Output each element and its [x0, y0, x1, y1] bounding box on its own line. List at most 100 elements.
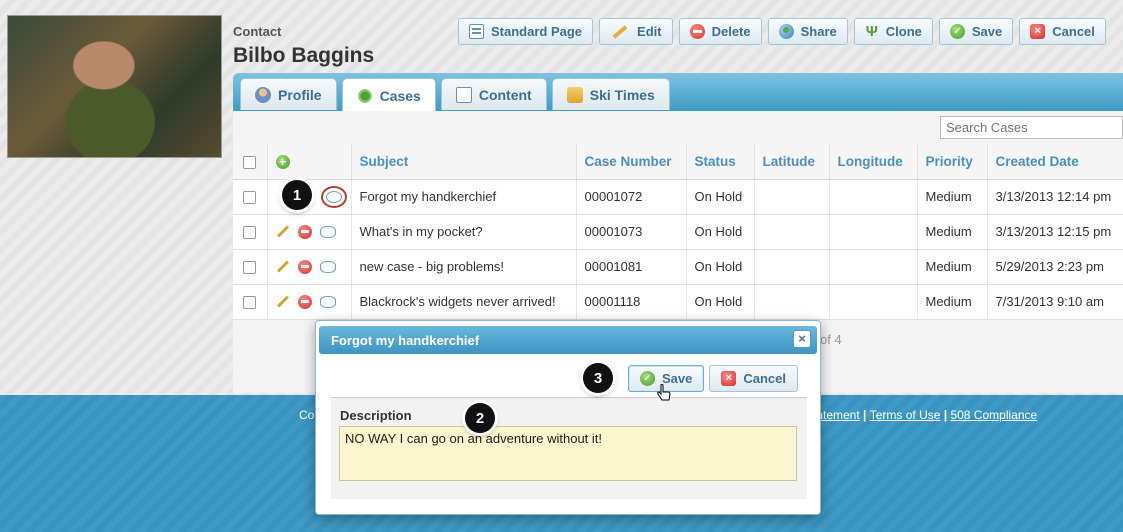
comment-icon[interactable] [319, 260, 336, 273]
edit-pencil-icon[interactable] [276, 225, 289, 238]
add-case-icon[interactable]: + [275, 154, 290, 169]
tabs: Profile Cases Content Ski Times [240, 78, 670, 112]
cell-subject[interactable]: Blackrock's widgets never arrived! [350, 284, 576, 320]
dialog-close-button[interactable]: × [793, 330, 811, 348]
dialog-title: Forgot my handkerchief [331, 333, 480, 348]
description-field[interactable]: NO WAY I can go on an adventure without … [339, 426, 797, 481]
description-label: Description [340, 408, 412, 423]
clone-button[interactable]: Ψ Clone [853, 18, 933, 45]
cell-case-number: 00001073 [575, 214, 686, 250]
cell-priority: Medium [916, 284, 987, 320]
cases-icon [356, 87, 373, 104]
footer-link-508[interactable]: 508 Compliance [950, 408, 1037, 422]
delete-icon[interactable] [297, 224, 312, 239]
comment-icon[interactable] [319, 225, 336, 238]
cell-longitude [828, 179, 917, 215]
edit-pencil-icon[interactable] [276, 260, 289, 273]
row-checkbox[interactable] [243, 296, 257, 310]
cell-created-date: 7/31/2013 9:10 am [986, 284, 1123, 320]
record-type-label: Contact [233, 24, 282, 39]
tab-cases[interactable]: Cases [341, 78, 436, 112]
record-toolbar: Standard Page Edit Delete Share Ψ Clone … [458, 18, 1106, 45]
tab-content[interactable]: Content [440, 78, 547, 110]
edit-pencil-icon[interactable] [276, 295, 289, 308]
page-icon [469, 24, 484, 39]
check-circle-icon: ✓ [949, 24, 965, 39]
minus-circle-icon [689, 24, 705, 39]
profile-icon [255, 86, 271, 103]
column-status[interactable]: Status [685, 144, 754, 180]
close-icon: × [1030, 24, 1046, 39]
row-checkbox[interactable] [243, 226, 257, 240]
cancel-button[interactable]: × Cancel [1019, 18, 1106, 45]
cell-created-date: 5/29/2013 2:23 pm [986, 249, 1123, 285]
column-subject[interactable]: Subject [350, 144, 576, 180]
content-icon [455, 86, 472, 103]
cell-priority: Medium [916, 249, 987, 285]
row-checkbox[interactable] [243, 261, 257, 275]
cell-priority: Medium [916, 179, 987, 215]
cell-latitude [753, 249, 829, 285]
step-marker-2: 2 [465, 403, 495, 433]
cell-status: On Hold [685, 179, 754, 215]
row-checkbox[interactable] [243, 191, 257, 205]
cell-created-date: 3/13/2013 12:14 pm [986, 179, 1123, 215]
step-marker-1: 1 [282, 180, 312, 210]
column-latitude[interactable]: Latitude [753, 144, 829, 180]
select-all-checkbox[interactable] [243, 155, 257, 169]
share-button[interactable]: Share [767, 18, 848, 45]
dialog-body: Description NO WAY I can go on an advent… [331, 397, 807, 499]
dialog-header: Forgot my handkerchief × [319, 326, 817, 354]
globe-icon [778, 24, 794, 39]
cell-status: On Hold [685, 284, 754, 320]
edit-button[interactable]: Edit [599, 18, 673, 45]
step-marker-3: 3 [583, 363, 613, 393]
standard-page-button[interactable]: Standard Page [458, 18, 594, 45]
cell-longitude [828, 214, 917, 250]
comment-icon[interactable] [319, 295, 336, 308]
cell-case-number: 00001072 [575, 179, 686, 215]
cell-latitude [753, 214, 829, 250]
pager-text: of 4 [820, 332, 842, 347]
cell-latitude [753, 284, 829, 320]
ski-times-icon [566, 86, 583, 103]
contact-photo [7, 15, 222, 158]
footer-links: tatement | Terms of Use | 508 Compliance [813, 408, 1038, 422]
column-priority[interactable]: Priority [916, 144, 987, 180]
hand-cursor-icon [657, 384, 671, 401]
cell-status: On Hold [685, 214, 754, 250]
tab-profile[interactable]: Profile [240, 78, 337, 110]
delete-icon[interactable] [297, 294, 312, 309]
tab-ski-times[interactable]: Ski Times [551, 78, 670, 110]
edit-case-dialog: Forgot my handkerchief × ✓ Save × Cancel… [315, 320, 821, 515]
cell-longitude [828, 249, 917, 285]
dialog-buttons: ✓ Save × Cancel [628, 365, 799, 392]
table-row: What's in my pocket? 00001073 On Hold Me… [233, 214, 1123, 250]
cell-status: On Hold [685, 249, 754, 285]
footer-text: Co [299, 408, 315, 422]
cases-table: + Subject Case Number Status Latitude Lo… [233, 144, 1123, 320]
cell-subject[interactable]: What's in my pocket? [350, 214, 576, 250]
table-row: Forgot my handkerchief 00001072 On Hold … [233, 179, 1123, 215]
cell-subject[interactable]: new case - big problems! [350, 249, 576, 285]
dialog-cancel-button[interactable]: × Cancel [709, 365, 799, 392]
table-row: new case - big problems! 00001081 On Hol… [233, 249, 1123, 285]
search-cases-input[interactable] [940, 116, 1123, 139]
cell-case-number: 00001118 [575, 284, 686, 320]
table-row: Blackrock's widgets never arrived! 00001… [233, 284, 1123, 320]
comment-icon[interactable] [320, 185, 347, 208]
cell-latitude [753, 179, 829, 215]
cell-subject[interactable]: Forgot my handkerchief [350, 179, 576, 215]
cell-created-date: 3/13/2013 12:15 pm [986, 214, 1123, 250]
column-case-number[interactable]: Case Number [575, 144, 686, 180]
cell-longitude [828, 284, 917, 320]
save-button[interactable]: ✓ Save [938, 18, 1014, 45]
delete-icon[interactable] [297, 259, 312, 274]
footer-link-terms[interactable]: Terms of Use [870, 408, 941, 422]
cell-priority: Medium [916, 214, 987, 250]
check-circle-icon: ✓ [640, 371, 655, 386]
column-longitude[interactable]: Longitude [828, 144, 917, 180]
delete-button[interactable]: Delete [678, 18, 762, 45]
column-created-date[interactable]: Created Date [986, 144, 1123, 180]
pencil-icon [612, 24, 628, 39]
